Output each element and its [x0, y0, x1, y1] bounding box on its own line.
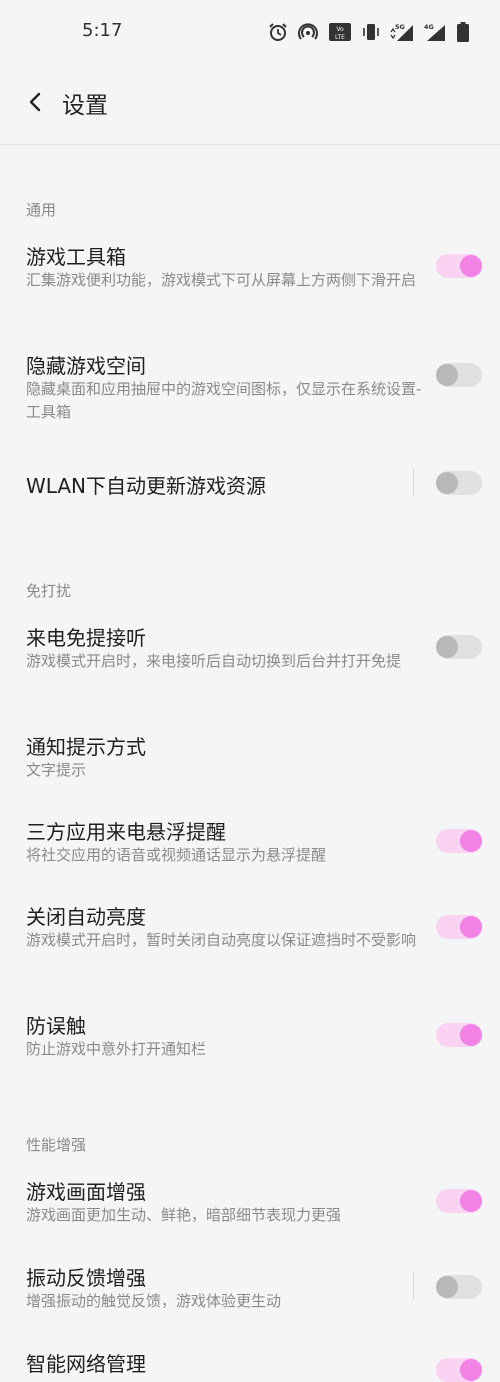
status-time: 5:17 — [82, 20, 123, 41]
hotspot-icon — [298, 23, 318, 40]
alarm-icon — [269, 23, 287, 41]
picture-enhance-toggle[interactable] — [436, 1189, 482, 1213]
third-party-call-toggle[interactable] — [436, 829, 482, 853]
back-arrow-icon[interactable] — [22, 88, 50, 116]
setting-subtitle-vibration-enhance: 增强振动的触觉反馈，游戏体验更生动 — [26, 1292, 282, 1310]
divider — [413, 468, 414, 496]
setting-subtitle-picture-enhance: 游戏画面更加生动、鲜艳，暗部细节表现力更强 — [26, 1206, 342, 1224]
setting-subtitle-hands-free: 游戏模式开启时，来电接听后自动切换到后台并打开免提 — [26, 652, 402, 670]
signal-5g-icon: 5G — [390, 23, 413, 41]
hide-space-toggle[interactable] — [436, 363, 482, 387]
svg-text:4G: 4G — [424, 23, 434, 31]
setting-title-vibration-enhance[interactable]: 振动反馈增强 — [26, 1262, 146, 1291]
anti-touch-toggle[interactable] — [436, 1023, 482, 1047]
signal-4g-icon: 4G — [424, 23, 445, 41]
setting-subtitle-third-party-call: 将社交应用的语音或视频通话显示为悬浮提醒 — [26, 846, 327, 864]
volte-icon: Vo LTE — [329, 23, 351, 41]
setting-title-notify-mode[interactable]: 通知提示方式 — [26, 731, 146, 760]
setting-subtitle-auto-brightness: 游戏模式开启时，暂时关闭自动亮度以保证遮挡时不受影响 — [26, 931, 417, 949]
toolbox-toggle[interactable] — [436, 254, 482, 278]
setting-subtitle-notify-mode: 文字提示 — [26, 761, 87, 779]
battery-icon — [457, 22, 469, 42]
setting-title-hide-space[interactable]: 隐藏游戏空间 — [26, 350, 146, 379]
setting-title-hands-free[interactable]: 来电免提接听 — [26, 622, 146, 651]
setting-title-picture-enhance[interactable]: 游戏画面增强 — [26, 1176, 146, 1205]
setting-title-anti-touch[interactable]: 防误触 — [26, 1010, 86, 1039]
page-title: 设置 — [62, 93, 108, 119]
setting-subtitle-anti-touch: 防止游戏中意外打开通知栏 — [26, 1040, 207, 1058]
vibration-enhance-toggle[interactable] — [436, 1275, 482, 1299]
divider — [413, 1272, 414, 1300]
setting-title-third-party-call[interactable]: 三方应用来电悬浮提醒 — [26, 816, 226, 845]
network-manage-toggle[interactable] — [436, 1358, 482, 1382]
svg-text:Vo: Vo — [336, 26, 344, 33]
section-header-dnd: 免打扰 — [26, 582, 72, 600]
section-header-perf: 性能增强 — [26, 1136, 87, 1154]
setting-title-auto-brightness[interactable]: 关闭自动亮度 — [26, 901, 146, 930]
hands-free-toggle[interactable] — [436, 635, 482, 659]
svg-text:5G: 5G — [395, 23, 405, 31]
setting-subtitle-toolbox: 汇集游戏便利功能，游戏模式下可从屏幕上方两侧下滑开启 — [26, 271, 417, 289]
setting-title-toolbox[interactable]: 游戏工具箱 — [26, 241, 126, 270]
status-icons: Vo LTE 5G 4G — [268, 20, 470, 44]
svg-text:LTE: LTE — [335, 34, 345, 41]
setting-subtitle-hide-space: 隐藏桌面和应用抽屉中的游戏空间图标，仅显示在系统设置-工具箱 — [26, 380, 422, 421]
setting-title-network-manage[interactable]: 智能网络管理 — [26, 1348, 146, 1377]
section-header-general: 通用 — [26, 201, 57, 219]
wlan-update-toggle[interactable] — [436, 471, 482, 495]
vibrate-icon — [363, 24, 379, 40]
auto-brightness-toggle[interactable] — [436, 915, 482, 939]
setting-title-wlan-update[interactable]: WLAN下自动更新游戏资源 — [26, 470, 266, 499]
status-bar: 5:17 Vo LTE 5G 4G — [0, 0, 500, 64]
